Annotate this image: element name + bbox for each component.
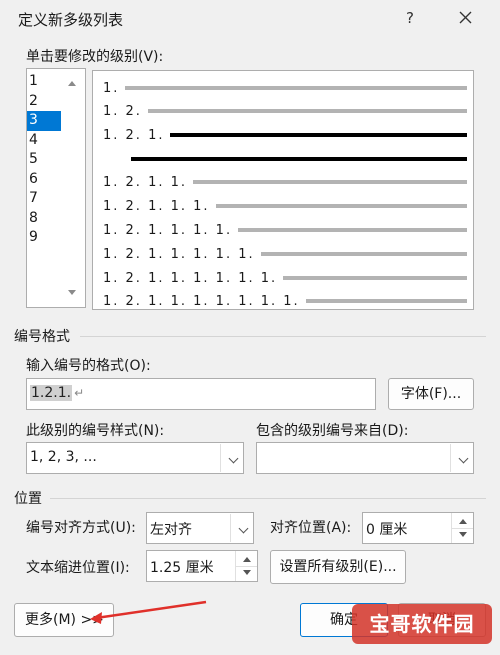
indent-label: 文本缩进位置(I):: [26, 560, 130, 576]
align-label: 编号对齐方式(U):: [26, 520, 136, 536]
number-style-value: 1, 2, 3, ...: [30, 449, 97, 465]
level-item-4[interactable]: 4: [27, 131, 61, 151]
preview-row: 1. 2. 1. 1. 1. 1. 1. 1.: [103, 270, 467, 286]
number-style-select[interactable]: 1, 2, 3, ...: [26, 442, 244, 474]
preview-row-number: 1. 2. 1. 1. 1. 1.: [103, 222, 233, 238]
help-button[interactable]: ?: [398, 6, 422, 30]
preview-text-line: [125, 86, 467, 90]
preview-row: 1. 2. 1. 1. 1.: [103, 198, 467, 214]
level-scrollbar[interactable]: [61, 69, 85, 307]
dropdown-divider: [230, 514, 231, 542]
number-format-section-title: 编号格式: [14, 329, 70, 345]
align-at-value: 0 厘米: [366, 522, 408, 538]
preview-text-line: [131, 157, 467, 161]
list-preview: 1. 1. 2. 1. 2. 1. 1. 2. 1. 1. 1. 2. 1. 1. 1.…: [92, 70, 474, 310]
format-input-value: 1.2.1.: [30, 385, 73, 401]
chevron-down-icon: [458, 453, 469, 464]
red-arrow-annotation: [90, 600, 207, 624]
preview-row-number: 1. 2. 1. 1. 1. 1. 1.: [103, 246, 255, 262]
align-at-label: 对齐位置(A):: [270, 520, 352, 536]
section-divider: [50, 498, 486, 499]
indent-stepper[interactable]: [235, 551, 257, 581]
level-item-8[interactable]: 8: [27, 209, 61, 229]
level-list: 123456789: [27, 72, 61, 248]
title-bar: 定义新多级列表 ?: [0, 0, 500, 38]
preview-row-number: 1. 2. 1. 1.: [103, 174, 188, 190]
preview-row-number: 1. 2. 1.: [103, 127, 165, 143]
close-button[interactable]: [450, 4, 480, 32]
chevron-down-icon: [238, 523, 249, 534]
preview-row: 1. 2. 1. 1. 1. 1. 1. 1. 1.: [103, 293, 467, 309]
dropdown-divider: [220, 444, 221, 472]
format-input-label: 输入编号的格式(O):: [26, 358, 151, 374]
level-item-7[interactable]: 7: [27, 189, 61, 209]
preview-row-number: 1.: [103, 80, 120, 96]
indent-value: 1.25 厘米: [150, 560, 214, 576]
preview-row: 1. 2.: [103, 103, 467, 119]
preview-text-line: [147, 109, 467, 113]
preview-text-line: [238, 228, 467, 232]
include-level-select[interactable]: [256, 442, 474, 474]
dropdown-divider: [450, 444, 451, 472]
preview-row: 1. 2. 1. 1.: [103, 174, 467, 190]
preview-current-level-continuation: [131, 151, 467, 167]
set-all-levels-button[interactable]: 设置所有级别(E)...: [270, 550, 406, 584]
level-item-3[interactable]: 3: [27, 111, 61, 131]
level-item-9[interactable]: 9: [27, 228, 61, 248]
level-item-5[interactable]: 5: [27, 150, 61, 170]
level-listbox[interactable]: 123456789: [26, 68, 86, 308]
scroll-down-icon[interactable]: [68, 290, 76, 295]
level-item-6[interactable]: 6: [27, 170, 61, 190]
spin-down-icon[interactable]: [459, 532, 467, 537]
preview-text-line: [260, 252, 467, 256]
spin-up-icon[interactable]: [459, 519, 467, 524]
position-section-title: 位置: [14, 491, 42, 507]
preview-row-number: 1. 2. 1. 1. 1. 1. 1. 1.: [103, 270, 278, 286]
preview-text-line: [215, 204, 467, 208]
format-input[interactable]: 1.2.1. ↵: [26, 378, 376, 410]
preview-row: 1. 2. 1.: [103, 127, 467, 143]
align-select[interactable]: 左对齐: [146, 512, 254, 544]
font-button[interactable]: 字体(F)...: [388, 378, 474, 410]
chevron-down-icon: [228, 453, 239, 464]
preview-text-line: [193, 180, 467, 184]
level-item-2[interactable]: 2: [27, 92, 61, 112]
set-all-levels-label: 设置所有级别(E)...: [279, 559, 397, 575]
scroll-up-icon[interactable]: [68, 81, 76, 86]
levels-label: 单击要修改的级别(V):: [26, 49, 164, 65]
watermark-logo: 宝哥软件园: [352, 604, 492, 644]
preview-row-number: 1. 2. 1. 1. 1. 1. 1. 1. 1.: [103, 293, 300, 309]
preview-text-line: [170, 133, 467, 137]
preview-text-line: [305, 299, 467, 303]
align-at-stepper[interactable]: [451, 513, 473, 543]
align-at-spinner[interactable]: 0 厘米: [362, 512, 474, 544]
spin-down-icon[interactable]: [243, 570, 251, 575]
preview-row-number: 1. 2. 1. 1. 1.: [103, 198, 210, 214]
number-style-label: 此级别的编号样式(N):: [26, 423, 165, 439]
dialog-title: 定义新多级列表: [18, 11, 124, 29]
spin-up-icon[interactable]: [243, 557, 251, 562]
align-value: 左对齐: [150, 522, 192, 538]
paragraph-mark-icon: ↵: [74, 386, 85, 400]
close-icon: [459, 11, 472, 24]
font-button-label: 字体(F)...: [400, 386, 462, 402]
preview-text-line: [283, 276, 467, 280]
preview-row: 1. 2. 1. 1. 1. 1. 1.: [103, 246, 467, 262]
preview-row: 1. 2. 1. 1. 1. 1.: [103, 222, 467, 238]
include-level-label: 包含的级别编号来自(D):: [256, 423, 409, 439]
preview-row-number: 1. 2.: [103, 103, 142, 119]
indent-spinner[interactable]: 1.25 厘米: [146, 550, 258, 582]
level-item-1[interactable]: 1: [27, 72, 61, 92]
section-divider: [80, 336, 486, 337]
preview-row: 1.: [103, 80, 467, 96]
